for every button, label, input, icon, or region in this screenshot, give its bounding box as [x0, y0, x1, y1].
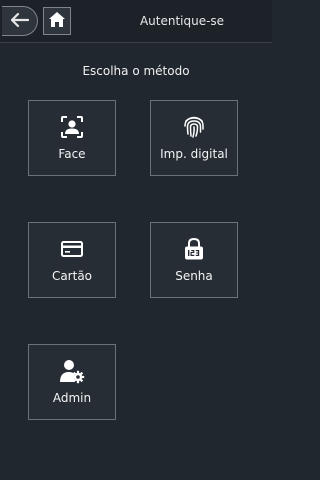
arrow-left-icon	[10, 12, 29, 31]
card-method-button[interactable]: Cartão	[28, 222, 116, 298]
back-button[interactable]	[2, 6, 38, 36]
password-method-button[interactable]: Senha	[150, 222, 238, 298]
face-method-label: Face	[58, 147, 86, 161]
top-bar: Autentique-se	[0, 0, 272, 43]
method-prompt: Escolha o método	[82, 64, 190, 78]
home-icon	[48, 11, 66, 32]
card-icon	[59, 236, 85, 262]
page-title: Autentique-se	[139, 14, 225, 28]
face-method-button[interactable]: Face	[28, 100, 116, 176]
admin-method-label: Admin	[52, 391, 92, 405]
home-button[interactable]	[43, 7, 71, 35]
password-method-label: Senha	[175, 269, 213, 283]
fingerprint-icon	[181, 114, 207, 140]
admin-gear-icon	[59, 358, 85, 384]
admin-method-button[interactable]: Admin	[28, 344, 116, 420]
fingerprint-method-label: Imp. digital	[160, 147, 228, 161]
fingerprint-method-button[interactable]: Imp. digital	[150, 100, 238, 176]
password-lock-icon	[181, 236, 207, 262]
card-method-label: Cartão	[51, 269, 93, 283]
face-scan-icon	[59, 114, 85, 140]
